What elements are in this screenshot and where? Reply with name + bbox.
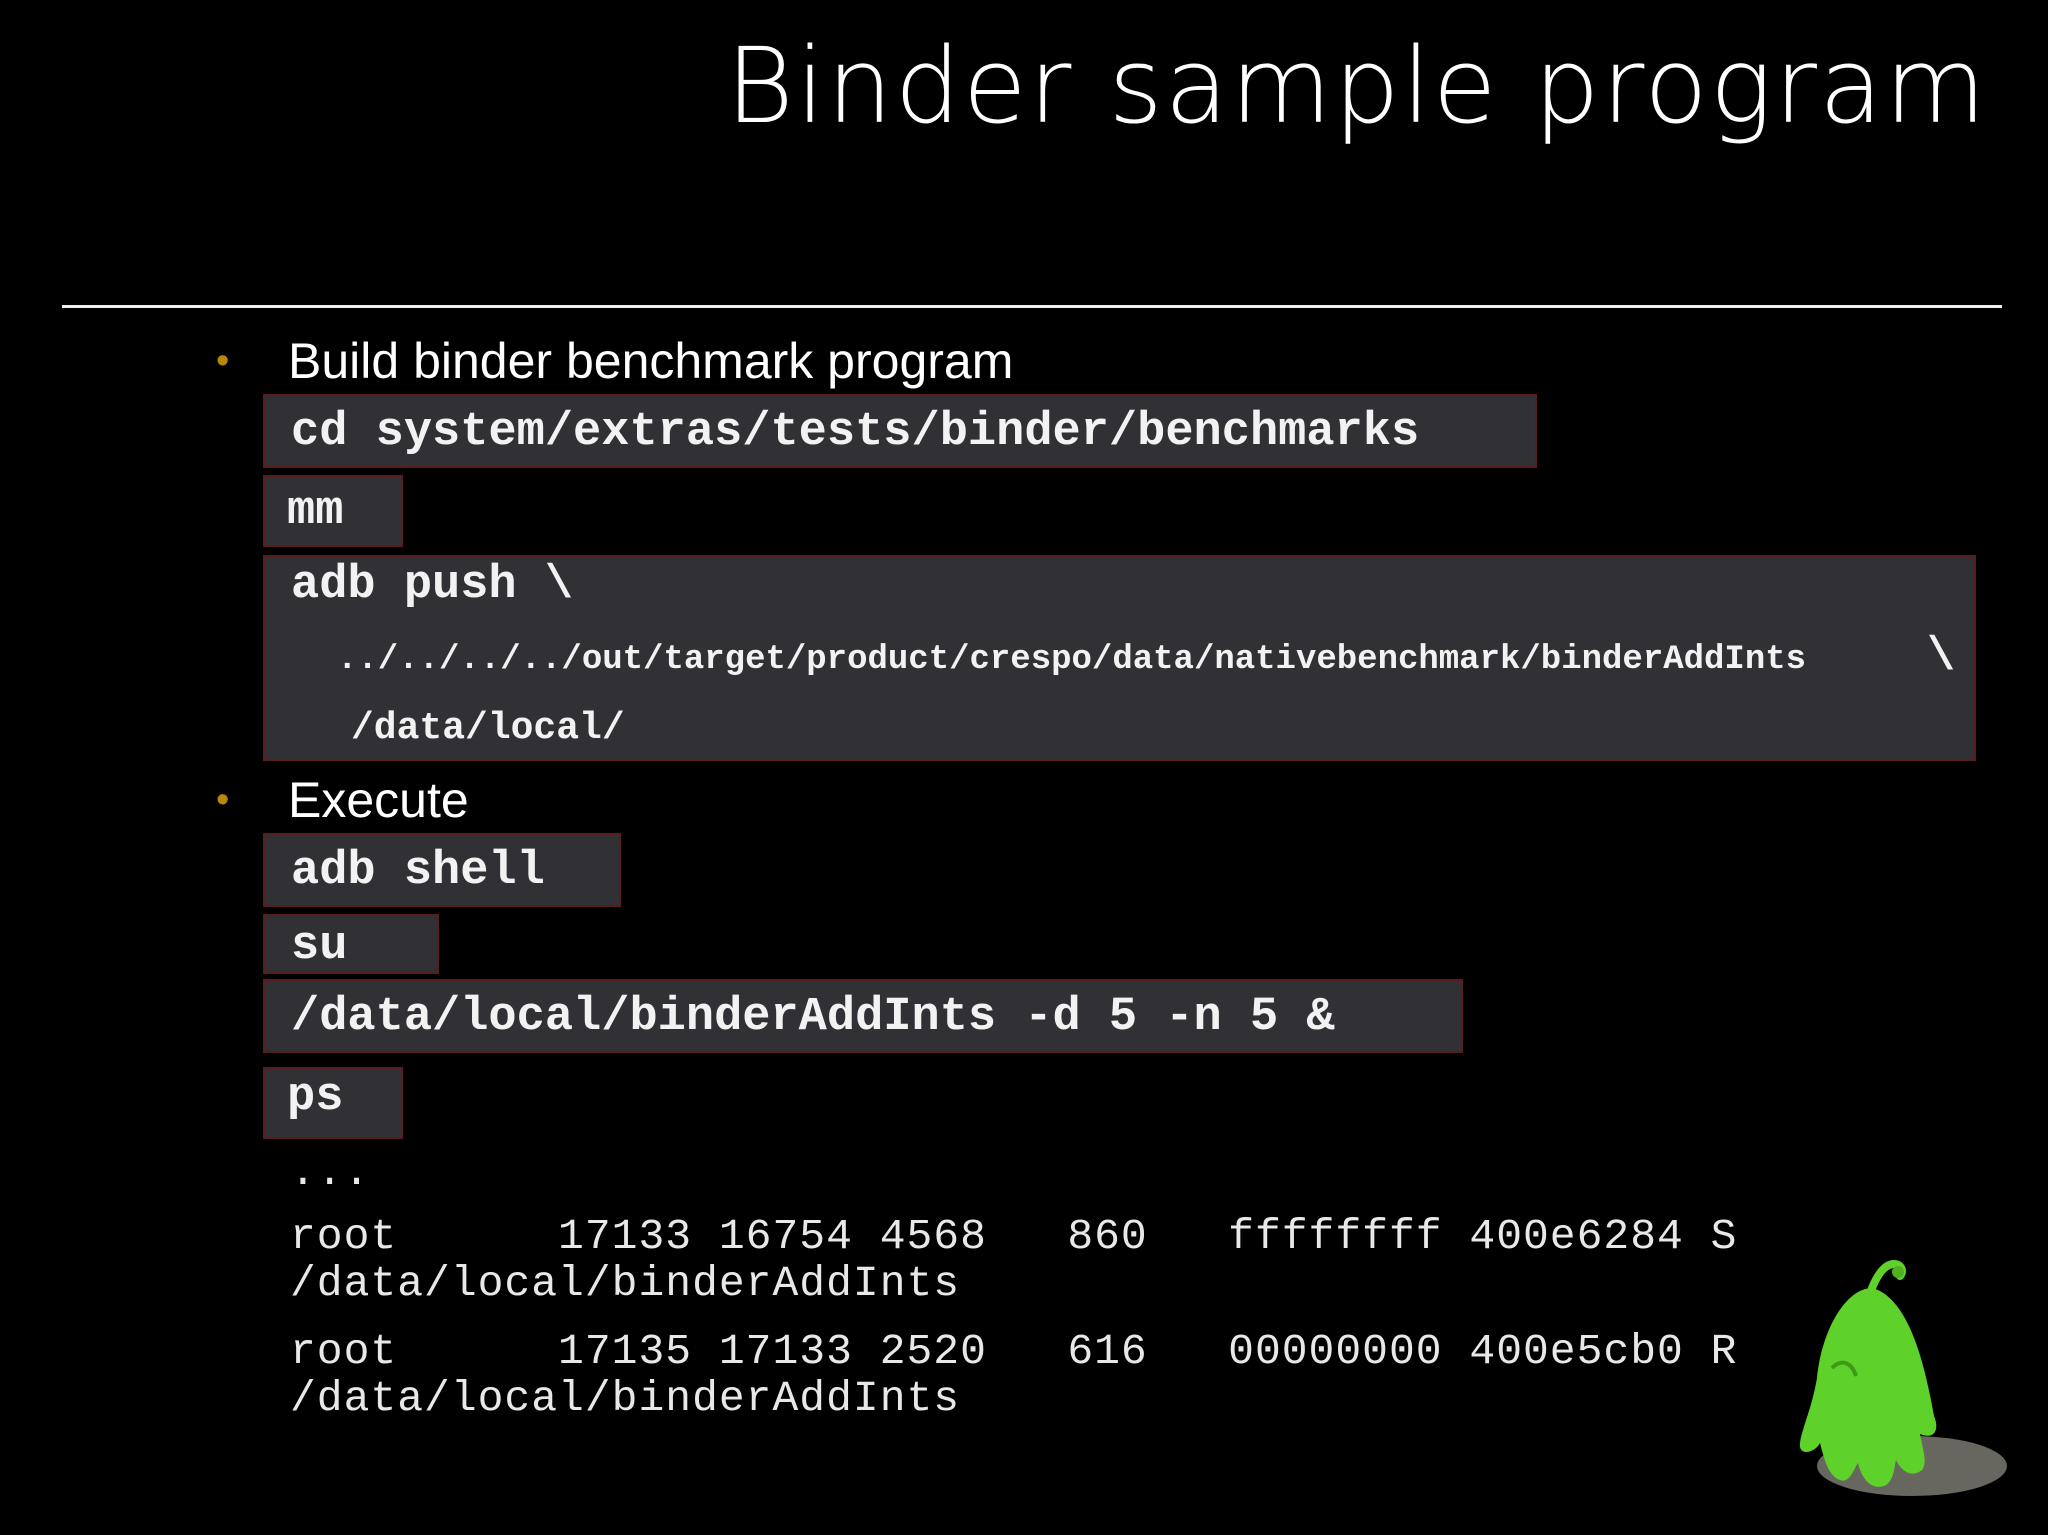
ps-output-ellipsis: ... [290,1148,371,1197]
bullet-build: • [216,340,230,382]
code-line-dest-path: /data/local/ [351,707,625,750]
title-divider [62,305,2002,308]
code-line-continuation: \ [1927,631,1956,684]
slide-title: Binder sample program [725,25,1988,147]
bullet-execute: • [216,779,230,821]
code-line-adb-push: adb push \ [291,559,574,612]
code-line-ps: ps [287,1071,344,1124]
ps-row-2-line-1: root 17135 17133 2520 616 00000000 400e5… [290,1327,1738,1376]
code-line-cd: cd system/extras/tests/binder/benchmarks [291,406,1420,459]
green-ghost-mascot-icon [1799,1259,2007,1496]
ps-row-1-line-1: root 17133 16754 4568 860 ffffffff 400e6… [290,1212,1738,1261]
code-line-source-path: ../../../../out/target/product/crespo/da… [337,641,1807,679]
heading-build: Build binder benchmark program [288,333,1014,389]
code-line-mm: mm [287,485,344,538]
code-block-ps: ps [263,1067,403,1139]
code-block-su: su [263,914,439,974]
heading-execute: Execute [288,772,469,828]
code-block-mm: mm [263,475,403,547]
ps-row-2-line-2: /data/local/binderAddInts [290,1374,961,1423]
code-line-adb-shell: adb shell [291,845,545,898]
code-line-binder-add-ints: /data/local/binderAddInts -d 5 -n 5 & [291,991,1335,1044]
code-line-su: su [291,920,348,973]
ps-row-1-line-2: /data/local/binderAddInts [290,1259,961,1308]
code-block-adb-shell: adb shell [263,833,621,907]
code-block-adb-push: adb push \ ../../../../out/target/produc… [263,555,1976,761]
code-block-cd: cd system/extras/tests/binder/benchmarks [263,394,1537,468]
code-block-binder-add-ints: /data/local/binderAddInts -d 5 -n 5 & [263,979,1463,1053]
